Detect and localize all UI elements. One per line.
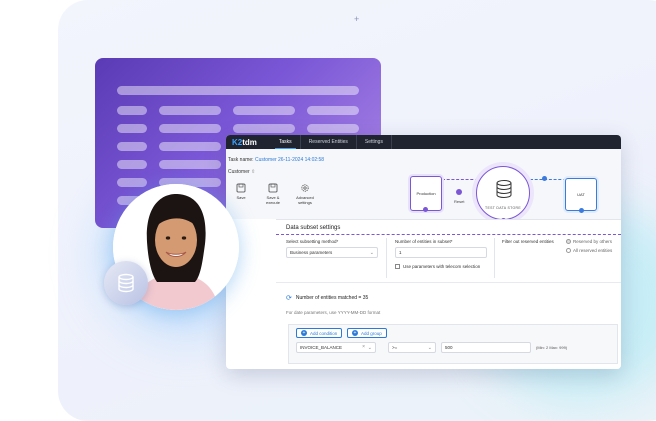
clear-icon[interactable]: × bbox=[362, 344, 365, 350]
database-badge bbox=[104, 261, 148, 305]
check-icon bbox=[423, 207, 428, 212]
advanced-settings-button[interactable]: Advanced settings bbox=[290, 183, 320, 205]
panel-title: Data subset settings bbox=[286, 225, 341, 231]
table-mock-cell bbox=[233, 124, 295, 133]
save-button[interactable]: Save bbox=[226, 183, 256, 200]
app-topbar: K2 tdm Tasks Reserved Entities Settings bbox=[226, 135, 621, 149]
radio-all-reserved-label: All reserved entities bbox=[573, 248, 613, 253]
add-group-button[interactable]: + Add group bbox=[347, 328, 387, 338]
gear-icon bbox=[301, 184, 309, 192]
task-name: Task name: Customer 26-11-2024 14:02:58 bbox=[228, 157, 325, 163]
radio-all-reserved[interactable] bbox=[566, 248, 571, 253]
telecom-checkbox-label: Use parameters with telecom selection bbox=[403, 264, 481, 269]
entities-matched: ⟳ Number of entities matched = 35 bbox=[286, 294, 369, 302]
refresh-icon[interactable]: ⟳ bbox=[286, 294, 292, 302]
save-icon bbox=[236, 183, 246, 193]
save-execute-button[interactable]: Save & execute bbox=[258, 183, 288, 205]
chevron-down-icon: ⌄ bbox=[369, 250, 374, 256]
plus-decoration-icon: + bbox=[354, 14, 360, 24]
table-mock-cell bbox=[117, 142, 147, 151]
chevron-down-icon: ⌄ bbox=[367, 345, 372, 351]
condition-field-select[interactable]: INVOICE_BALANCE × ⌄ bbox=[296, 342, 376, 353]
table-mock-cell bbox=[159, 124, 221, 133]
table-mock-cell bbox=[117, 124, 147, 133]
database-icon bbox=[496, 180, 512, 198]
date-format-hint: For date parameters, use YYYY-MM-DD form… bbox=[286, 310, 381, 315]
flow-step-dot[interactable] bbox=[542, 176, 547, 181]
table-mock-cell bbox=[159, 160, 221, 169]
method-select[interactable]: Business parameters ⌄ bbox=[286, 247, 378, 258]
table-mock-cell bbox=[307, 124, 359, 133]
section-divider bbox=[276, 282, 621, 283]
condition-range-hint: (Min: 2 Max: 999) bbox=[536, 345, 568, 350]
tdm-app-window: K2 tdm Tasks Reserved Entities Settings T… bbox=[226, 135, 621, 369]
table-mock-cell bbox=[117, 106, 147, 115]
table-mock-header-bar bbox=[117, 86, 359, 95]
column-divider bbox=[494, 238, 495, 278]
plus-icon: + bbox=[352, 330, 358, 336]
condition-builder: + Add condition + Add group INVOICE_BALA… bbox=[288, 324, 618, 364]
data-subset-panel: Data subset settings Select subsetting m… bbox=[276, 219, 621, 369]
add-condition-button[interactable]: + Add condition bbox=[296, 328, 343, 338]
table-mock-cell bbox=[159, 106, 221, 115]
reset-step-label: Reset bbox=[454, 199, 465, 204]
task-header: Task name: Customer 26-11-2024 14:02:58 … bbox=[226, 149, 621, 223]
updown-icon: ⇳ bbox=[251, 169, 256, 175]
save-execute-icon bbox=[268, 183, 278, 193]
customer-selector[interactable]: Customer ⇳ bbox=[228, 169, 255, 175]
reset-step-dot[interactable] bbox=[456, 189, 462, 195]
table-mock-cell bbox=[233, 106, 295, 115]
table-mock-cell bbox=[159, 142, 221, 151]
entities-input[interactable]: 1 bbox=[395, 247, 487, 258]
task-name-value: Customer 26-11-2024 14:02:58 bbox=[254, 157, 325, 163]
hero-illustration: + K2 tdm Tasks Reserved Entities Setting… bbox=[0, 0, 656, 421]
plus-icon: + bbox=[301, 330, 307, 336]
telecom-checkbox[interactable] bbox=[395, 264, 400, 269]
table-mock-cell bbox=[307, 106, 359, 115]
nav-reserved-entities[interactable]: Reserved Entities bbox=[301, 135, 357, 149]
k2tdm-logo[interactable]: K2 tdm bbox=[232, 138, 257, 147]
chevron-down-icon: ⌄ bbox=[427, 345, 432, 351]
table-mock-cell bbox=[117, 160, 147, 169]
condition-value-input[interactable]: 500 bbox=[441, 342, 531, 353]
radio-reserved-by-others[interactable] bbox=[566, 239, 571, 244]
method-label: Select subsetting method* bbox=[286, 239, 339, 244]
filter-label: Filter out reserved entities bbox=[502, 239, 554, 244]
flow-connector bbox=[442, 179, 478, 180]
database-icon bbox=[118, 273, 134, 293]
column-divider bbox=[386, 238, 387, 278]
panel-divider bbox=[276, 234, 621, 235]
check-icon bbox=[579, 208, 584, 213]
nav-tasks[interactable]: Tasks bbox=[271, 135, 301, 149]
flow-connector bbox=[530, 179, 566, 180]
flow-node-uat[interactable]: UAT bbox=[565, 178, 597, 211]
test-data-store-node[interactable]: TEST DATA STORE bbox=[476, 166, 530, 220]
flow-node-production[interactable]: Production bbox=[410, 176, 442, 211]
entities-label: Number of entities in subset* bbox=[395, 239, 453, 244]
condition-operator-select[interactable]: >= ⌄ bbox=[388, 342, 436, 353]
nav-settings[interactable]: Settings bbox=[357, 135, 392, 149]
table-mock-cell bbox=[117, 178, 147, 187]
radio-reserved-by-others-label: Reserved by others bbox=[573, 239, 613, 244]
